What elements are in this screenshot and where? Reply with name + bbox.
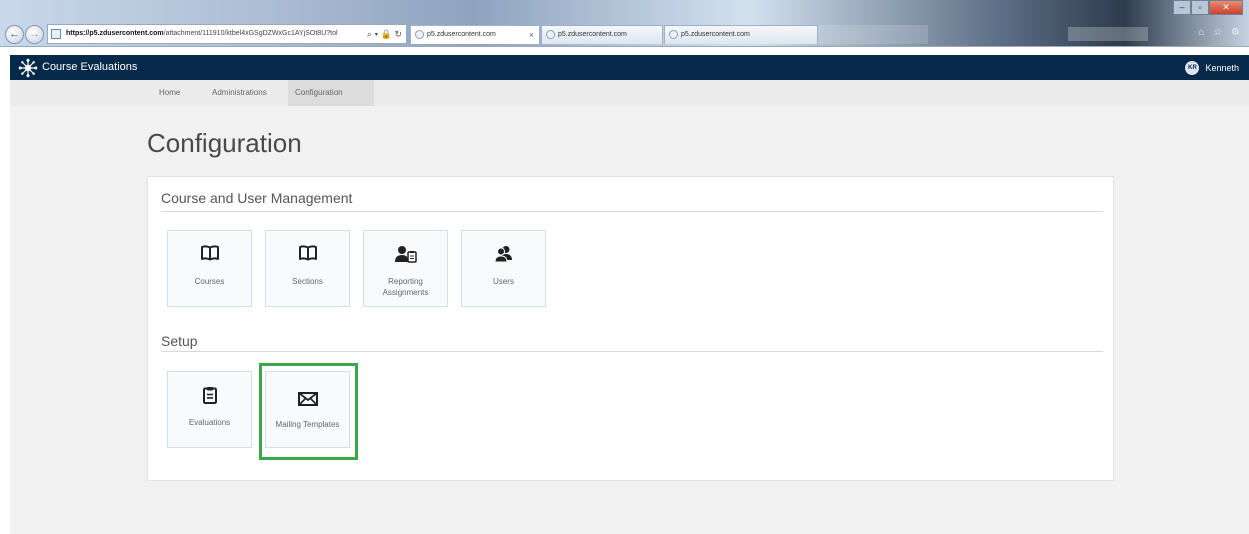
browser-tab[interactable]: p5.zdusercontent.com <box>664 25 818 44</box>
evaluations-tile[interactable]: Evaluations <box>167 371 252 448</box>
reporting-assignments-tile[interactable]: Reporting Assignments <box>363 230 448 307</box>
tile-label: Sections <box>292 277 323 286</box>
maximize-button[interactable]: ▫ <box>1191 0 1209 15</box>
browser-toolbar-icons[interactable]: ⌂ ☆ ⚙ <box>1198 27 1243 38</box>
back-button[interactable]: ← <box>5 25 24 44</box>
page-content: Configuration Course and User Management… <box>10 106 1249 534</box>
user-clipboard-icon <box>394 246 417 263</box>
app-title[interactable]: Course Evaluations <box>42 55 137 80</box>
address-tools[interactable]: ⌕ ▾ 🔒 ↻ <box>367 25 402 43</box>
forward-button[interactable]: → <box>25 25 44 44</box>
tile-label: Evaluations <box>188 418 231 427</box>
configuration-panel: Course and User Management Courses Secti… <box>147 176 1114 481</box>
tile-label: Reporting Assignments <box>382 277 429 297</box>
browser-tab[interactable]: p5.zdusercontent.com <box>541 25 663 44</box>
user-menu[interactable]: KR Kenneth <box>1185 55 1239 80</box>
new-tab-area[interactable] <box>818 25 928 44</box>
avatar[interactable]: KR <box>1185 60 1200 75</box>
users-tile[interactable]: Users <box>461 230 546 307</box>
page-title: Configuration <box>147 128 302 158</box>
book-icon <box>200 245 219 261</box>
nav-item-administrations[interactable]: Administrations <box>205 80 274 106</box>
section-divider <box>161 351 1103 352</box>
sections-tile[interactable]: Sections <box>265 230 350 307</box>
window-controls: – ▫ ✕ <box>1173 0 1243 16</box>
main-nav: Home Administrations Configuration <box>10 80 1249 106</box>
tab-label: p5.zdusercontent.com <box>558 31 627 38</box>
browser-search-box[interactable] <box>1068 27 1148 41</box>
tab-page-icon <box>415 30 424 39</box>
tile-label: Users <box>493 277 514 286</box>
app-logo-icon[interactable] <box>18 58 38 78</box>
tile-label: Courses <box>194 277 225 286</box>
nav-item-configuration[interactable]: Configuration <box>288 80 374 106</box>
close-window-button[interactable]: ✕ <box>1209 0 1243 15</box>
clipboard-icon <box>202 387 217 404</box>
users-icon <box>493 246 512 263</box>
tab-loading-icon <box>546 30 555 39</box>
section-heading-setup: Setup <box>161 333 198 349</box>
user-name[interactable]: Kenneth <box>1205 63 1239 73</box>
url-domain: https://p5.zdusercontent.com <box>66 30 164 37</box>
app-header: Course Evaluations KR Kenneth <box>10 55 1249 80</box>
mailing-templates-tile[interactable]: Mailing Templates <box>265 371 350 448</box>
tab-label: p5.zdusercontent.com <box>427 31 496 38</box>
tab-close-icon[interactable]: × <box>529 26 534 44</box>
tile-label: Mailing Templates <box>275 420 340 429</box>
minimize-button[interactable]: – <box>1173 0 1191 15</box>
url-path: /attachment/111910/ktbel4xGSgDZWxGc1AYjS… <box>163 30 338 37</box>
section-divider <box>161 211 1103 212</box>
tab-loading-icon <box>669 30 678 39</box>
tab-label: p5.zdusercontent.com <box>681 31 750 38</box>
browser-tab-active[interactable]: p5.zdusercontent.com × <box>410 25 540 44</box>
courses-tile[interactable]: Courses <box>167 230 252 307</box>
nav-item-home[interactable]: Home <box>152 80 187 106</box>
address-bar[interactable]: https://p5.zdusercontent.com/attachment/… <box>47 24 407 44</box>
envelope-icon <box>297 392 318 406</box>
section-heading-course-user-management: Course and User Management <box>161 190 353 206</box>
browser-chrome: ← → https://p5.zdusercontent.com/attachm… <box>0 0 1249 47</box>
book-icon <box>298 245 317 261</box>
page-icon <box>51 29 61 39</box>
